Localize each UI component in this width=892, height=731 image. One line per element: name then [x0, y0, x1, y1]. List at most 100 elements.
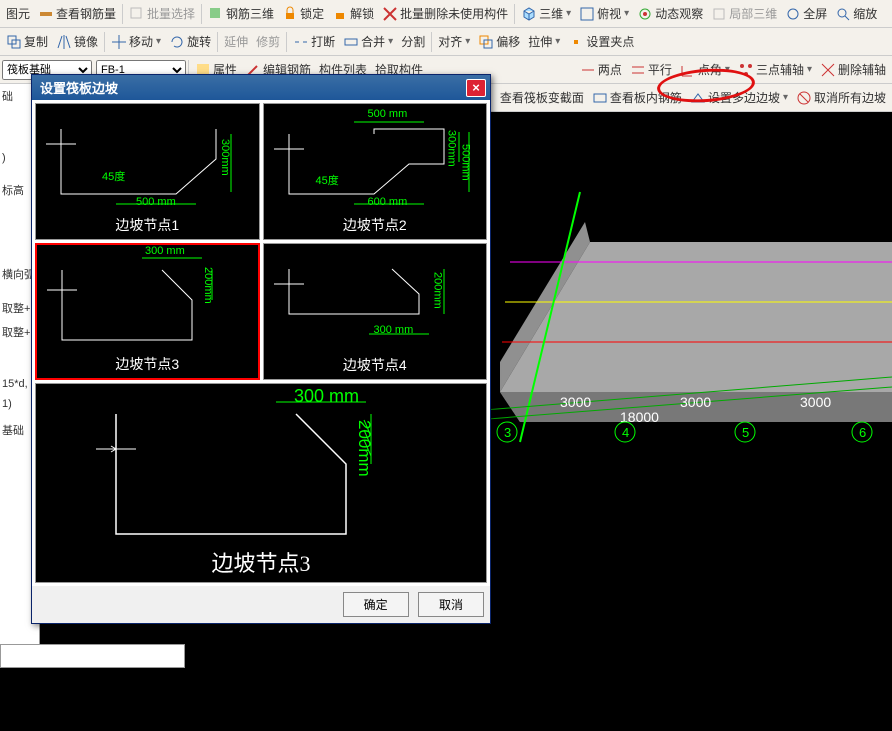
gangjin-sanwei-button[interactable]: 钢筋三维 — [204, 3, 278, 24]
cancel-button[interactable]: 取消 — [418, 592, 484, 617]
xiujian-button[interactable]: 修剪 — [252, 31, 284, 52]
slope-icon — [690, 90, 706, 106]
quxiao-bianpo-button[interactable]: 取消所有边坡 — [792, 87, 890, 108]
separator — [514, 4, 515, 24]
slope-option-4[interactable]: 300 mm 200mm 边坡节点4 — [263, 243, 488, 380]
fushi-button[interactable]: 俯视▾ — [575, 3, 633, 24]
shanchu-fuzhou-button[interactable]: 删除辅轴 — [816, 59, 890, 80]
slope3-diagram — [37, 245, 258, 355]
dim-v: 200mm — [432, 272, 444, 309]
dialog-title-text: 设置筏板边坡 — [40, 78, 118, 97]
lashen-button[interactable]: 拉伸▾ — [524, 31, 564, 52]
label: 旋转 — [187, 33, 211, 50]
quanping-button[interactable]: 全屏 — [781, 3, 831, 24]
dim-label: 3000 — [800, 394, 831, 410]
label: 点角 — [698, 61, 722, 78]
slope-preview: 300 mm 200mm 边坡节点3 — [35, 383, 487, 583]
angle-label: 45度 — [102, 168, 125, 184]
yanshen-button[interactable]: 延伸 — [220, 31, 252, 52]
delete-icon — [382, 6, 398, 22]
dialog-button-bar: 确定 取消 — [32, 586, 490, 623]
preview-label: 边坡节点3 — [211, 546, 310, 578]
label: 平行 — [648, 61, 672, 78]
dim-v2: 500mm — [460, 144, 472, 181]
suofang-button[interactable]: 缩放 — [831, 3, 881, 24]
label: 局部三维 — [729, 5, 777, 22]
daduan-button[interactable]: 打断 — [289, 31, 339, 52]
sanwei-button[interactable]: 三维▾ — [517, 3, 575, 24]
label: 动态观察 — [655, 5, 703, 22]
dianjiao-button[interactable]: 点角▾ — [676, 59, 734, 80]
three-point-icon — [738, 62, 754, 78]
hebing-button[interactable]: 合并▾ — [339, 31, 397, 52]
label: 对齐 — [438, 33, 462, 50]
dialog-titlebar[interactable]: 设置筏板边坡 × — [32, 75, 490, 100]
piliang-shanchu-button[interactable]: 批量删除未使用构件 — [378, 3, 512, 24]
separator — [217, 32, 218, 52]
slope-option-1[interactable]: 45度 500 mm 300mm 边坡节点1 — [35, 103, 260, 240]
label: 设置夹点 — [586, 33, 634, 50]
axis-num: 5 — [742, 425, 749, 440]
yidong-button[interactable]: 移动▾ — [107, 31, 165, 52]
tuyuan-label: 图元 — [6, 5, 30, 22]
separator — [104, 32, 105, 52]
chevron-down-icon: ▾ — [465, 36, 470, 47]
pianyi-button[interactable]: 偏移 — [474, 31, 524, 52]
slope-option-2[interactable]: 45度 500 mm 600 mm 300mm 500mm 边坡节点2 — [263, 103, 488, 240]
dim-v: 300mm — [219, 139, 231, 176]
dongtai-guancha-button[interactable]: 动态观察 — [633, 3, 707, 24]
chakan-gangjin-button[interactable]: 查看钢筋量 — [34, 3, 120, 24]
label: 全屏 — [803, 5, 827, 22]
label: 分割 — [401, 33, 425, 50]
label: 查看钢筋量 — [56, 5, 116, 22]
preview-dim-h: 300 mm — [294, 386, 359, 407]
sandian-fuzhou-button[interactable]: 三点辅轴▾ — [734, 59, 816, 80]
pingxing-button[interactable]: 平行 — [626, 59, 676, 80]
dim-h: 500 mm — [136, 196, 176, 208]
label: 合并 — [361, 33, 385, 50]
dim-label: 3000 — [560, 394, 591, 410]
separator — [122, 4, 123, 24]
break-icon — [293, 34, 309, 50]
cube-icon — [521, 6, 537, 22]
close-button[interactable]: × — [466, 79, 486, 97]
dim-h: 300 mm — [374, 324, 414, 336]
slope-option-3[interactable]: 300 mm 200mm 边坡节点3 — [35, 243, 260, 380]
dim-v: 200mm — [202, 267, 214, 304]
fenge-button[interactable]: 分割 — [397, 31, 429, 52]
chakan-bannei-gangjin-button[interactable]: 查看板内钢筋 — [588, 87, 686, 108]
rebar-icon — [38, 6, 54, 22]
slope2-label: 边坡节点2 — [343, 215, 407, 235]
chevron-down-icon: ▾ — [156, 36, 161, 47]
tuyuan-button[interactable]: 图元 — [2, 3, 34, 24]
shezhi-jiadian-button[interactable]: 设置夹点 — [564, 31, 638, 52]
grip-icon — [568, 34, 584, 50]
view-icon — [592, 90, 608, 106]
duiqi-button[interactable]: 对齐▾ — [434, 31, 474, 52]
3d-icon — [208, 6, 224, 22]
suoding-button[interactable]: 锁定 — [278, 3, 328, 24]
jiesuo-button[interactable]: 解锁 — [328, 3, 378, 24]
xuanzhuan-button[interactable]: 旋转 — [165, 31, 215, 52]
dim-v1: 300mm — [446, 130, 458, 167]
piliang-xuanze-button[interactable]: 批量选择 — [125, 3, 199, 24]
fuzhi-button[interactable]: 复制 — [2, 31, 52, 52]
ok-button[interactable]: 确定 — [343, 592, 409, 617]
dim-h1: 500 mm — [368, 108, 408, 120]
jubu-sanwei-button[interactable]: 局部三维 — [707, 3, 781, 24]
label: 移动 — [129, 33, 153, 50]
chevron-down-icon: ▾ — [555, 36, 560, 47]
label: 缩放 — [853, 5, 877, 22]
merge-icon — [343, 34, 359, 50]
dialog-body: 45度 500 mm 300mm 边坡节点1 45度 500 mm 600 mm — [32, 100, 490, 586]
shezhi-duobianpo-button[interactable]: 设置多边边坡▾ — [686, 87, 792, 108]
chakan-bianjiemian-button[interactable]: 查看筏板变截面 — [496, 87, 588, 108]
preview-diagram — [36, 384, 486, 554]
label: 查看筏板变截面 — [500, 89, 584, 106]
liangdian-button[interactable]: 两点 — [576, 59, 626, 80]
label: 锁定 — [300, 5, 324, 22]
label: 修剪 — [256, 33, 280, 50]
jingxiang-button[interactable]: 镜像 — [52, 31, 102, 52]
point-angle-icon — [680, 62, 696, 78]
separator — [431, 32, 432, 52]
